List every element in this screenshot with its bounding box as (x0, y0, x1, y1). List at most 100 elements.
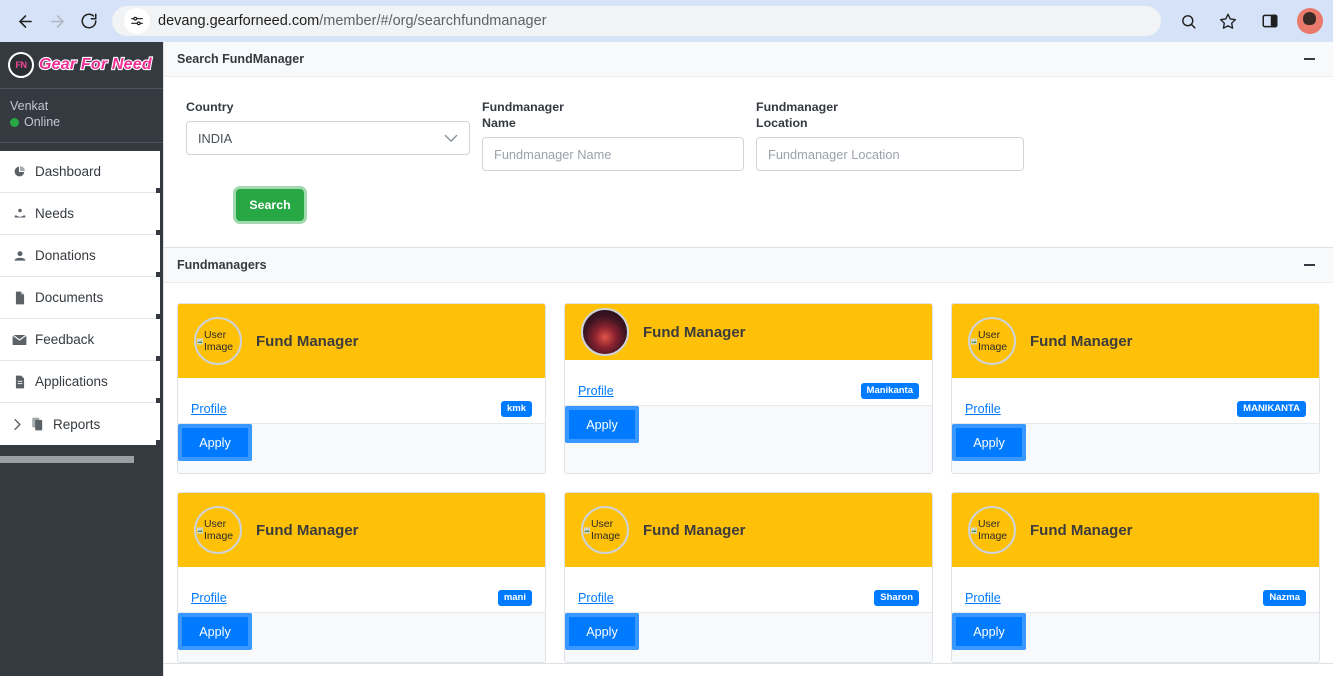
sidebar-item-reports[interactable]: Reports (0, 403, 163, 445)
country-select-value: INDIA (198, 130, 233, 146)
reload-button[interactable] (74, 6, 104, 36)
sidebar-item-needs[interactable]: Needs (0, 193, 163, 235)
sidebar-scrollbar-thumb[interactable] (0, 456, 134, 463)
fundmanager-card-spacer (178, 378, 545, 394)
nav-tick (156, 355, 163, 361)
back-arrow-icon (18, 14, 32, 28)
fundmanager-card-spacer (952, 378, 1319, 394)
country-label: Country (186, 100, 234, 114)
profile-link[interactable]: Profile (578, 384, 614, 398)
status-badge: Sharon (874, 589, 919, 606)
sidebar-item-label: Dashboard (35, 164, 102, 179)
fundmanager-card: Fund Manager Profile Manikanta Apply (564, 303, 933, 474)
fundmanager-location-label-line2: Location (756, 116, 808, 130)
sidebar-item-applications[interactable]: Applications (0, 361, 163, 403)
minimize-icon (1303, 58, 1315, 60)
apply-button[interactable]: Apply (952, 613, 1026, 650)
brand-mark-icon: FN (8, 52, 34, 78)
url-host: devang.gearforneed.com (158, 13, 320, 29)
nav-tick (156, 313, 163, 319)
brand-title: Gear For Need (38, 55, 153, 74)
fundmanager-card: User Image Fund Manager Profile kmk Apply (177, 303, 546, 474)
omnibox-actions (1173, 6, 1243, 36)
broken-image-icon (197, 338, 203, 344)
forward-button[interactable] (42, 6, 72, 36)
status-badge: MANIKANTA (1237, 400, 1306, 417)
search-form-row: Country INDIA Fundmanager Name Fundmanag… (186, 99, 1311, 171)
fundmanager-card-header: User Image Fund Manager (952, 304, 1319, 378)
apply-button[interactable]: Apply (178, 424, 252, 461)
pie-chart-icon (12, 165, 27, 178)
brand-logo[interactable]: FN Gear For Need (0, 42, 163, 89)
broken-image-icon (197, 527, 203, 533)
fundmanager-name-input[interactable]: Fundmanager Name (482, 137, 744, 171)
fundmanager-card-footer: Apply (952, 424, 1319, 473)
fundmanager-card: User Image Fund Manager Profile MANIKANTA Ap… (951, 303, 1320, 474)
sidebar-item-label: Applications (35, 374, 108, 389)
fundmanager-card-footer: Apply (178, 424, 545, 473)
sidebar-item-dashboard[interactable]: Dashboard (0, 151, 163, 193)
apply-button[interactable]: Apply (178, 613, 252, 650)
zoom-search-button[interactable] (1173, 6, 1203, 36)
online-status-dot-icon (10, 118, 19, 127)
fundmanager-name: Fund Manager (1030, 332, 1133, 350)
fundmanager-name: Fund Manager (643, 521, 746, 539)
status-badge: Nazma (1263, 589, 1306, 606)
sidebar-horizontal-scrollbar[interactable] (0, 454, 163, 464)
side-panel-button[interactable] (1255, 6, 1285, 36)
fundmanager-name: Fund Manager (1030, 521, 1133, 539)
status-badge: Manikanta (860, 382, 919, 399)
back-button[interactable] (10, 6, 40, 36)
fundmanagers-title: Fundmanagers (177, 258, 267, 272)
profile-link[interactable]: Profile (965, 591, 1001, 605)
fundmanagers-panel-header: Fundmanagers (164, 248, 1333, 283)
fundmanager-avatar-broken-image-icon: User Image (968, 506, 1016, 554)
sidebar-nav-scroll-area: Dashboard Needs Donations Documents Feed… (0, 151, 163, 543)
fundmanager-card-footer: Apply (565, 406, 932, 473)
profile-link[interactable]: Profile (578, 591, 614, 605)
country-select[interactable]: INDIA (186, 121, 470, 155)
fundmanager-card-header: Fund Manager (565, 304, 932, 360)
apply-button[interactable]: Apply (565, 406, 639, 443)
site-settings-button[interactable] (124, 8, 150, 34)
fundmanager-card-footer: Apply (952, 613, 1319, 662)
fundmanagers-panel: Fundmanagers User Image Fund Manager Profi… (164, 248, 1333, 664)
document-icon (12, 291, 27, 305)
fundmanager-card: User Image Fund Manager Profile mani Apply (177, 492, 546, 663)
profile-avatar-icon[interactable] (1297, 8, 1323, 34)
copy-files-icon (30, 417, 45, 431)
bookmark-button[interactable] (1213, 6, 1243, 36)
fundmanager-location-label: Fundmanager Location (756, 99, 1024, 131)
donate-hand-icon (12, 249, 27, 263)
fundmanagers-panel-minimize-button[interactable] (1298, 254, 1320, 276)
sidebar-user-panel: Venkat Online (0, 89, 163, 143)
fundmanager-card-spacer (952, 567, 1319, 583)
star-bookmark-icon (1219, 13, 1237, 29)
sidebar-item-donations[interactable]: Donations (0, 235, 163, 277)
profile-link[interactable]: Profile (965, 402, 1001, 416)
search-panel-header: Search FundManager (164, 42, 1333, 77)
profile-link[interactable]: Profile (191, 402, 227, 416)
fundmanager-name-label-line2: Name (482, 116, 516, 130)
hand-heart-icon (12, 207, 27, 221)
sidebar-item-feedback[interactable]: Feedback (0, 319, 163, 361)
apply-button[interactable]: Apply (952, 424, 1026, 461)
fundmanager-avatar-broken-image-icon: User Image (194, 506, 242, 554)
fundmanager-card-header: User Image Fund Manager (952, 493, 1319, 567)
reload-icon (81, 13, 97, 29)
address-bar[interactable]: devang.gearforneed.com/member/#/org/sear… (112, 6, 1161, 36)
apply-button[interactable]: Apply (565, 613, 639, 650)
fundmanagers-body: User Image Fund Manager Profile kmk Apply Fun… (164, 283, 1333, 663)
fundmanager-location-input[interactable]: Fundmanager Location (756, 137, 1024, 171)
search-panel-minimize-button[interactable] (1298, 48, 1320, 70)
status-badge: kmk (500, 400, 532, 417)
sidebar-item-documents[interactable]: Documents (0, 277, 163, 319)
fundmanager-avatar-broken-image-icon: User Image (194, 317, 242, 365)
profile-link[interactable]: Profile (191, 591, 227, 605)
search-button[interactable]: Search (236, 189, 304, 221)
fundmanager-card: User Image Fund Manager Profile Sharon Apply (564, 492, 933, 663)
minimize-icon (1303, 264, 1315, 266)
fundmanager-card-spacer (565, 360, 932, 376)
fundmanager-card-header: User Image Fund Manager (178, 493, 545, 567)
file-list-icon (12, 375, 27, 389)
